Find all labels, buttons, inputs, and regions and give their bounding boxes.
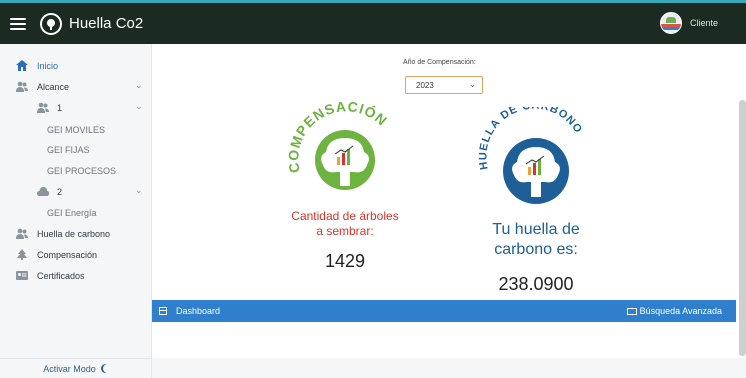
sidebar-item-label: Inicio — [37, 61, 59, 71]
sidebar-item-label: 2 — [57, 187, 63, 197]
compensacion-caption-line1: Cantidad de árboles — [291, 209, 399, 223]
tree-icon — [17, 249, 27, 260]
year-select[interactable]: 2023 ⌄ — [405, 76, 483, 94]
id-card-icon — [16, 271, 28, 280]
sidebar-item-label: Huella de carbono — [37, 229, 111, 239]
compensacion-value: 1429 — [324, 251, 366, 271]
app-title[interactable]: Huella Co2 — [69, 15, 143, 32]
sidebar-item-label: Compensación — [37, 250, 98, 260]
year-select-value: 2023 — [416, 80, 434, 90]
footer-strip — [152, 358, 746, 378]
toggle-dark-mode-label: Activar Modo — [43, 364, 96, 374]
sidebar-item-alcance-2[interactable]: 2 ⌄ — [0, 182, 152, 202]
table-icon — [159, 307, 167, 315]
users-icon — [16, 228, 28, 239]
cloud-icon — [37, 187, 49, 196]
moon-icon — [103, 364, 112, 373]
hamburger-menu-icon[interactable] — [10, 17, 26, 30]
sidebar-item-huella-de-carbono[interactable]: Huella de carbono — [0, 224, 152, 244]
sidebar-item-label: Certificados — [37, 271, 85, 281]
sidebar-item-gei-energia[interactable]: GEI Energía — [0, 203, 152, 223]
sidebar-item-gei-fijas[interactable]: GEI FIJAS — [0, 140, 152, 160]
users-icon — [16, 81, 28, 92]
sidebar-item-gei-moviles[interactable]: GEI MOVILES — [0, 120, 152, 140]
sidebar-item-alcance-1[interactable]: 1 ⌄ — [0, 98, 152, 118]
sidebar: Inicio Alcance ⌄ 1 ⌄ GEI MOVILES GEI FIJ… — [0, 44, 152, 378]
chevron-down-icon: ⌄ — [469, 80, 476, 89]
toggle-dark-mode-button[interactable]: Activar Modo — [0, 358, 152, 378]
dashboard-link[interactable]: Dashboard — [159, 306, 220, 316]
dashboard-label: Dashboard — [176, 306, 221, 316]
tree-logo-icon — [47, 18, 55, 30]
chevron-down-icon[interactable]: ⌄ — [135, 185, 143, 196]
main-content: Año de Compensación: 2023 ⌄ COMPENSACIÓN… — [152, 44, 746, 378]
chevron-down-icon[interactable]: ⌄ — [135, 80, 143, 91]
sidebar-item-label: GEI PROCESOS — [47, 166, 117, 176]
year-label: Año de Compensación: — [403, 59, 476, 66]
huella-badge: HUELLA DE CARBONO — [477, 107, 584, 204]
compensacion-caption-line2: a sembrar: — [316, 224, 374, 238]
sidebar-item-label: Alcance — [37, 82, 70, 92]
huella-caption-line2: carbono es: — [494, 241, 578, 258]
sidebar-item-label: GEI Energía — [47, 208, 97, 218]
advanced-search-button[interactable]: Búsqueda Avanzada — [626, 306, 722, 316]
user-name[interactable]: Cliente — [690, 18, 718, 28]
avatar[interactable] — [659, 12, 682, 34]
users-icon — [37, 102, 49, 113]
scrollbar[interactable] — [739, 100, 746, 356]
top-navbar: Huella Co2 Cliente — [0, 0, 746, 44]
sidebar-item-label: GEI FIJAS — [47, 145, 90, 155]
compensacion-badge: COMPENSACIÓN — [285, 102, 390, 190]
dashboard-bar: Dashboard Búsqueda Avanzada — [152, 300, 736, 322]
sidebar-item-certificados[interactable]: Certificados — [0, 266, 152, 286]
sidebar-item-compensacion[interactable]: Compensación — [0, 245, 152, 265]
chevron-down-icon[interactable]: ⌄ — [135, 101, 143, 112]
home-icon — [16, 60, 28, 71]
huella-caption-line1: Tu huella de — [492, 221, 580, 238]
monitor-icon — [626, 307, 637, 315]
advanced-search-label: Búsqueda Avanzada — [639, 306, 722, 316]
sidebar-item-label: GEI MOVILES — [47, 125, 106, 135]
app-logo — [40, 12, 62, 35]
compensacion-caption: Cantidad de árboles a sembrar: — [280, 209, 410, 239]
sidebar-item-alcance[interactable]: Alcance ⌄ — [0, 77, 152, 97]
user-menu[interactable]: Cliente — [659, 12, 718, 34]
sidebar-item-gei-procesos[interactable]: GEI PROCESOS — [0, 161, 152, 181]
sidebar-item-label: 1 — [57, 103, 63, 113]
huella-caption: Tu huella de carbono es: — [472, 220, 600, 260]
huella-value: 238.0900 — [498, 274, 574, 294]
sidebar-item-inicio[interactable]: Inicio — [0, 56, 152, 76]
